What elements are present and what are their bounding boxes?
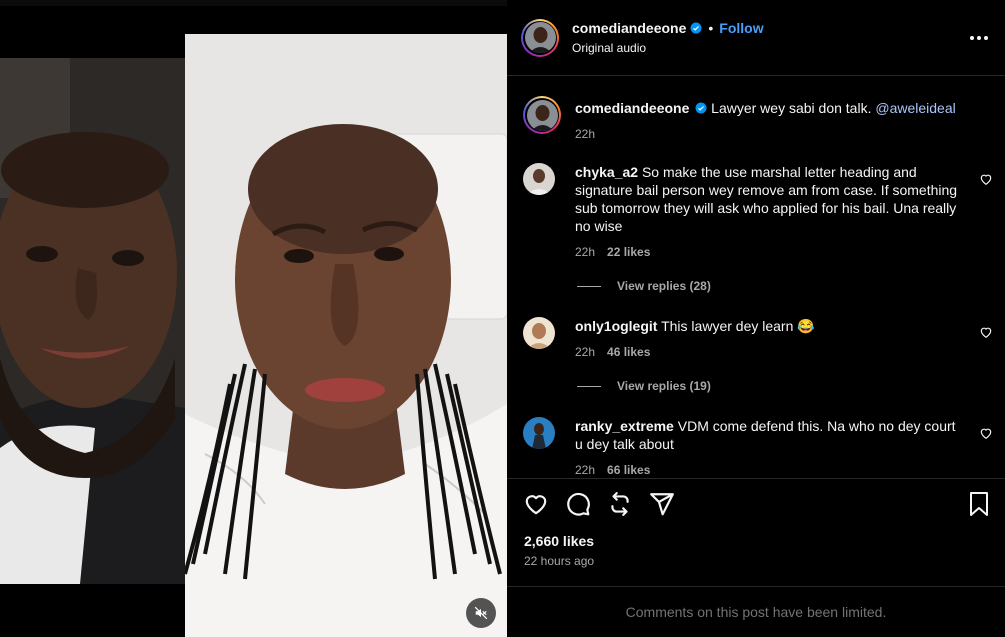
commenter-avatar[interactable]: [523, 417, 555, 449]
share-paper-plane-icon[interactable]: [649, 491, 675, 517]
original-audio-link[interactable]: Original audio: [572, 41, 764, 55]
action-buttons: [523, 491, 675, 517]
video-frame-man: [0, 58, 185, 584]
repost-icon[interactable]: [607, 491, 633, 517]
bookmark-icon[interactable]: [967, 491, 991, 517]
caption-author-avatar[interactable]: [523, 96, 561, 134]
comment-item: only1oglegit This lawyer dey learn 😂 22h…: [523, 317, 993, 367]
view-replies-button[interactable]: View replies (28): [577, 279, 711, 293]
caption-time[interactable]: 22h: [575, 125, 595, 143]
muted-speaker-icon: [474, 606, 488, 620]
comment-likes[interactable]: 66 likes: [607, 461, 650, 478]
commenter-username[interactable]: chyka_a2: [575, 164, 638, 180]
caption-mention-link[interactable]: @aweleideal: [875, 100, 955, 116]
verified-badge-icon: [695, 102, 707, 114]
post-timestamp[interactable]: 22 hours ago: [524, 554, 594, 568]
comment-like-heart-icon[interactable]: [979, 426, 993, 440]
commenter-avatar[interactable]: [523, 317, 555, 349]
comment-time[interactable]: 22h: [575, 461, 595, 478]
separator-dot: •: [708, 20, 714, 36]
comment-like-heart-icon[interactable]: [979, 325, 993, 339]
post-likes-count[interactable]: 2,660 likes: [524, 533, 594, 549]
post-media[interactable]: [0, 0, 507, 637]
follow-button[interactable]: Follow: [719, 20, 763, 36]
media-top-strip: [0, 0, 507, 6]
heart-icon[interactable]: [523, 491, 549, 517]
comment-likes[interactable]: 22 likes: [607, 243, 650, 261]
view-replies-button[interactable]: View replies (19): [577, 379, 711, 393]
post-details-panel: comediandeeone • Follow Original audio c…: [507, 0, 1005, 637]
caption-text: Lawyer wey sabi don talk.: [711, 100, 872, 116]
commenter-username[interactable]: ranky_extreme: [575, 418, 674, 434]
comments-limited-notice: Comments on this post have been limited.: [507, 586, 1005, 637]
comment-item: chyka_a2 So make the use marshal letter …: [523, 163, 993, 263]
comment-time[interactable]: 22h: [575, 343, 595, 361]
comment-text: This lawyer dey learn 😂: [661, 318, 815, 334]
video-frame-woman: [185, 34, 507, 637]
comment-like-heart-icon[interactable]: [979, 172, 993, 186]
post-header: comediandeeone • Follow Original audio: [507, 0, 1005, 76]
verified-badge-icon: [690, 22, 702, 34]
comments-list[interactable]: comediandeeone Lawyer wey sabi don talk.…: [507, 77, 1005, 478]
mute-toggle-button[interactable]: [466, 598, 496, 628]
caption: comediandeeone Lawyer wey sabi don talk.…: [523, 96, 993, 156]
more-options-icon[interactable]: [969, 30, 989, 46]
caption-username[interactable]: comediandeeone: [575, 100, 689, 116]
comment-item: ranky_extreme VDM come defend this. Na w…: [523, 417, 993, 477]
author-username[interactable]: comediandeeone: [572, 20, 686, 36]
comment-time[interactable]: 22h: [575, 243, 595, 261]
comment-bubble-icon[interactable]: [565, 491, 591, 517]
commenter-username[interactable]: only1oglegit: [575, 318, 657, 334]
comment-likes[interactable]: 46 likes: [607, 343, 650, 361]
commenter-avatar[interactable]: [523, 163, 555, 195]
post-actions-section: 2,660 likes 22 hours ago: [507, 478, 1005, 586]
author-avatar[interactable]: [521, 18, 559, 57]
